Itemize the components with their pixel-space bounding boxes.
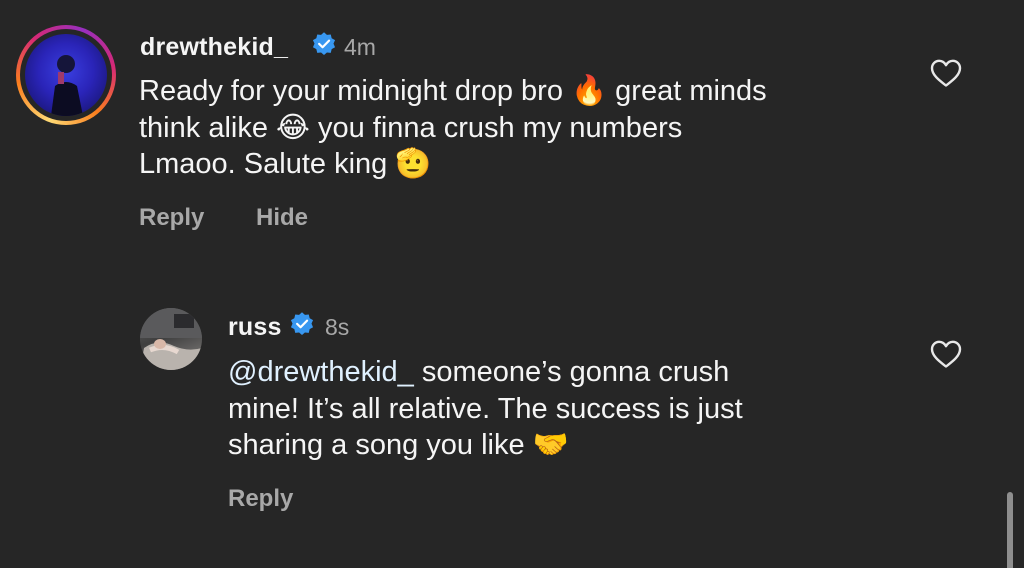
comment-timestamp: 8s xyxy=(325,314,350,340)
reply-button[interactable]: Reply xyxy=(228,485,293,513)
mention-link[interactable]: @drewthekid_ xyxy=(228,356,414,388)
avatar-russ[interactable] xyxy=(140,308,202,370)
comment-russ: russ 8s @drewthekid_ someone’s gonna cru… xyxy=(0,0,1024,568)
comment-line: mine! It’s all relative. The success is … xyxy=(228,392,743,425)
comment-text: @drewthekid_ someone’s gonna crush mine! … xyxy=(228,354,743,464)
heart-outline-icon[interactable] xyxy=(929,339,963,369)
comment-line: sharing a song you like 🤝 xyxy=(228,429,569,461)
comments-view: drewthekid_ 4m Ready for your midnight d… xyxy=(0,0,1024,568)
comment-line: someone’s gonna crush xyxy=(413,356,730,388)
comment-username[interactable]: russ xyxy=(228,313,282,342)
verified-badge-icon xyxy=(290,312,314,336)
scrollbar[interactable] xyxy=(1007,492,1013,568)
